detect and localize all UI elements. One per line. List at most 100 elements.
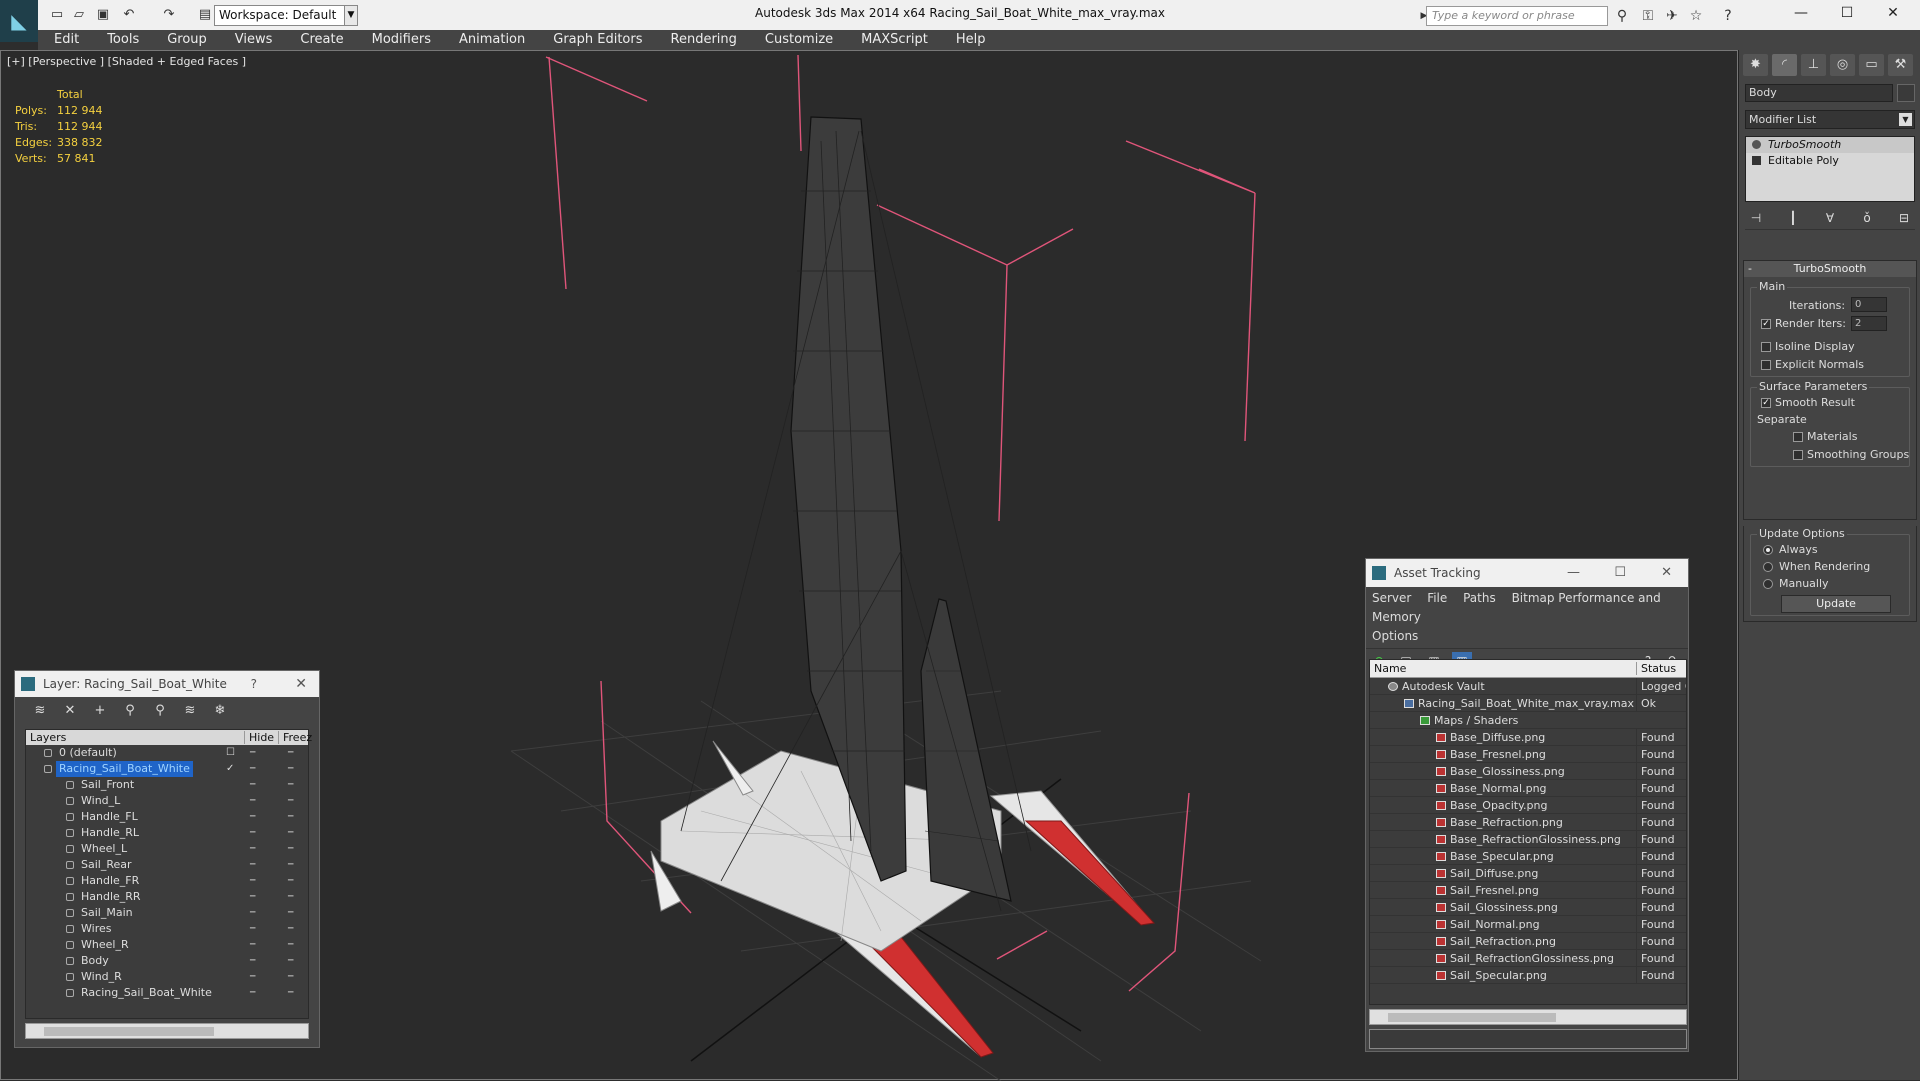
asset-row[interactable]: Sail_Normal.png Found: [1370, 916, 1686, 933]
asset-row[interactable]: Base_Opacity.png Found: [1370, 797, 1686, 814]
hide-toggle[interactable]: ━: [250, 937, 256, 953]
hide-toggle[interactable]: ━: [250, 953, 256, 969]
explicit-normals-checkbox[interactable]: [1761, 360, 1771, 370]
hide-toggle[interactable]: ━: [250, 905, 256, 921]
hide-toggle[interactable]: ━: [250, 809, 256, 825]
asset-path-field[interactable]: [1369, 1029, 1687, 1049]
layer-row[interactable]: Wheel_R ━ ━: [26, 937, 308, 953]
asset-row[interactable]: Base_Glossiness.png Found: [1370, 763, 1686, 780]
hide-layers-icon[interactable]: ≋: [179, 701, 201, 721]
hide-toggle[interactable]: ━: [250, 969, 256, 985]
freeze-toggle[interactable]: ━: [288, 969, 294, 985]
asset-row[interactable]: Maps / Shaders: [1370, 712, 1686, 729]
layer-row[interactable]: Sail_Front ━ ━: [26, 777, 308, 793]
asset-row[interactable]: Autodesk Vault Logged O: [1370, 678, 1686, 695]
current-layer-check-icon[interactable]: ✓: [226, 761, 234, 777]
freeze-toggle[interactable]: ━: [288, 857, 294, 873]
make-unique-icon[interactable]: ∀: [1819, 208, 1841, 228]
search-input[interactable]: Type a keyword or phrase: [1426, 6, 1608, 26]
hide-toggle[interactable]: ━: [250, 777, 256, 793]
freeze-toggle[interactable]: ━: [288, 921, 294, 937]
layer-window-titlebar[interactable]: Layer: Racing_Sail_Boat_White ? ✕: [15, 671, 319, 697]
favorites-star-icon[interactable]: ☆: [1686, 6, 1706, 26]
layer-row[interactable]: Racing_Sail_Boat_White ✓ ━ ━: [26, 761, 308, 777]
layer-row[interactable]: Handle_FL ━ ━: [26, 809, 308, 825]
update-button[interactable]: Update: [1781, 595, 1891, 613]
hide-column-header[interactable]: Hide: [244, 731, 274, 744]
menu-edit[interactable]: Edit: [38, 30, 93, 50]
delete-layer-icon[interactable]: ✕: [59, 701, 81, 721]
layer-row[interactable]: Body ━ ━: [26, 953, 308, 969]
asset-row[interactable]: Sail_Fresnel.png Found: [1370, 882, 1686, 899]
layer-row[interactable]: Wires ━ ━: [26, 921, 308, 937]
select-objects-icon[interactable]: ⚲: [119, 701, 141, 721]
horizontal-scrollbar[interactable]: [1369, 1009, 1687, 1025]
stack-item-turbosmooth[interactable]: TurboSmooth: [1746, 137, 1914, 153]
render-iters-spinner[interactable]: 2: [1851, 316, 1887, 331]
menu-server[interactable]: Server: [1372, 591, 1411, 605]
isoline-display-checkbox[interactable]: [1761, 342, 1771, 352]
asset-row[interactable]: Base_RefractionGlossiness.png Found: [1370, 831, 1686, 848]
freeze-toggle[interactable]: ━: [288, 777, 294, 793]
expand-plus-icon[interactable]: [1752, 156, 1761, 165]
menu-help[interactable]: Help: [942, 30, 1000, 50]
asset-row[interactable]: Base_Specular.png Found: [1370, 848, 1686, 865]
show-end-result-icon[interactable]: ┃: [1782, 208, 1804, 228]
maximize-button[interactable]: ☐: [1614, 559, 1626, 587]
menu-modifiers[interactable]: Modifiers: [358, 30, 445, 50]
freeze-toggle[interactable]: ━: [288, 873, 294, 889]
smoothing-groups-checkbox[interactable]: [1793, 450, 1803, 460]
layer-row[interactable]: Wheel_L ━ ━: [26, 841, 308, 857]
remove-modifier-icon[interactable]: ǒ: [1856, 208, 1878, 228]
when-rendering-radio[interactable]: [1763, 562, 1773, 572]
configure-modifier-sets-icon[interactable]: ⊟: [1893, 208, 1915, 228]
minimize-button[interactable]: —: [1567, 559, 1580, 587]
freeze-column-header[interactable]: Freez: [278, 731, 312, 744]
asset-row[interactable]: Base_Refraction.png Found: [1370, 814, 1686, 831]
help-icon[interactable]: ?: [251, 671, 257, 697]
freeze-toggle[interactable]: ━: [288, 745, 294, 761]
set-current-layer-icon[interactable]: ☐: [226, 745, 235, 761]
scrollbar-thumb[interactable]: [1388, 1013, 1556, 1022]
name-column-header[interactable]: Name: [1374, 662, 1406, 675]
layer-row[interactable]: Sail_Main ━ ━: [26, 905, 308, 921]
rollout-header[interactable]: - TurboSmooth: [1744, 261, 1916, 277]
maximize-button[interactable]: ☐: [1824, 0, 1870, 26]
hide-toggle[interactable]: ━: [250, 841, 256, 857]
viewport-label[interactable]: [+] [Perspective ] [Shaded + Edged Faces…: [7, 55, 246, 68]
menu-views[interactable]: Views: [221, 30, 287, 50]
hide-toggle[interactable]: ━: [250, 889, 256, 905]
menu-graph-editors[interactable]: Graph Editors: [539, 30, 656, 50]
lightbulb-icon[interactable]: [1752, 140, 1761, 149]
freeze-toggle[interactable]: ━: [288, 905, 294, 921]
menu-create[interactable]: Create: [286, 30, 357, 50]
close-icon[interactable]: ✕: [295, 671, 307, 697]
hide-toggle[interactable]: ━: [250, 985, 256, 1001]
materials-checkbox[interactable]: [1793, 432, 1803, 442]
object-name-field[interactable]: Body: [1745, 84, 1893, 102]
menu-paths[interactable]: Paths: [1463, 591, 1496, 605]
menu-group[interactable]: Group: [153, 30, 221, 50]
freeze-toggle[interactable]: ━: [288, 953, 294, 969]
layer-row[interactable]: Wind_R ━ ━: [26, 969, 308, 985]
layer-row[interactable]: Handle_RL ━ ━: [26, 825, 308, 841]
manually-radio[interactable]: [1763, 579, 1773, 589]
asset-row[interactable]: Sail_Refraction.png Found: [1370, 933, 1686, 950]
asset-row[interactable]: Sail_Glossiness.png Found: [1370, 899, 1686, 916]
create-layer-icon[interactable]: ≋: [29, 701, 51, 721]
hide-toggle[interactable]: ━: [250, 873, 256, 889]
status-column-header[interactable]: Status: [1636, 662, 1676, 675]
modifier-list-dropdown[interactable]: Modifier List ▼: [1745, 110, 1915, 129]
layer-row[interactable]: Handle_RR ━ ━: [26, 889, 308, 905]
menu-animation[interactable]: Animation: [445, 30, 539, 50]
freeze-toggle[interactable]: ━: [288, 825, 294, 841]
freeze-toggle[interactable]: ━: [288, 985, 294, 1001]
freeze-toggle[interactable]: ━: [288, 841, 294, 857]
freeze-toggle[interactable]: ━: [288, 937, 294, 953]
layer-row[interactable]: Sail_Rear ━ ━: [26, 857, 308, 873]
layer-row[interactable]: 0 (default) ☐ ━ ━: [26, 745, 308, 761]
menu-maxscript[interactable]: MAXScript: [847, 30, 942, 50]
binoculars-icon[interactable]: ⚲: [1612, 6, 1632, 26]
add-to-layer-icon[interactable]: +: [89, 701, 111, 721]
always-radio[interactable]: [1763, 545, 1773, 555]
